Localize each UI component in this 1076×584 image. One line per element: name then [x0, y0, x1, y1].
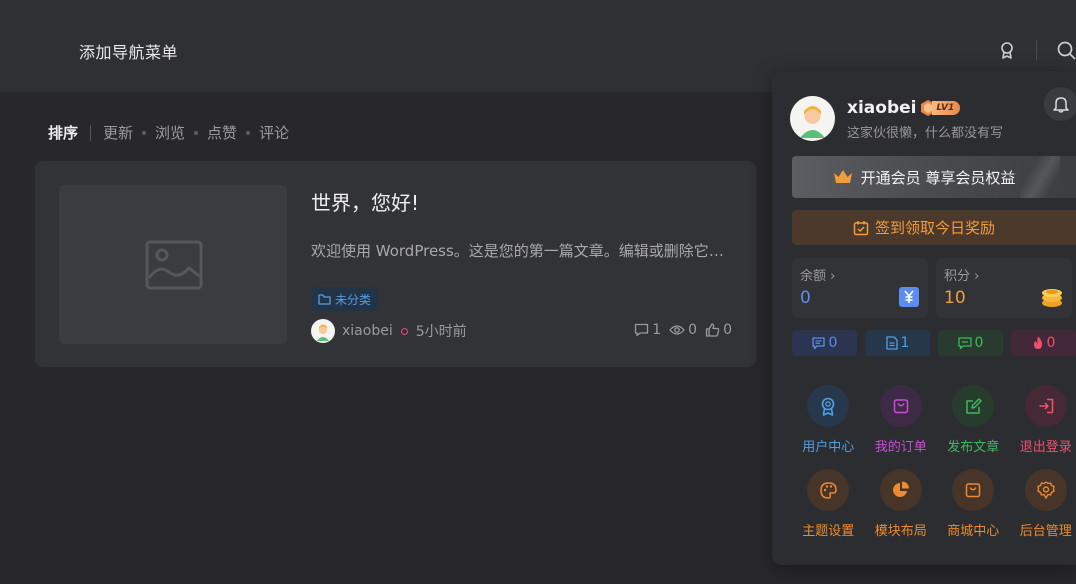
level-badge: LV1: [921, 100, 961, 116]
post-time: 5小时前: [415, 324, 467, 340]
comment-icon: [635, 323, 649, 337]
sort-dot: [194, 130, 199, 135]
vip-upgrade-button[interactable]: 开通会员 尊享会员权益: [792, 156, 1076, 198]
sort-option-likes[interactable]: 点赞: [207, 122, 237, 143]
view-count: 0: [669, 322, 697, 338]
sort-bar: 排序 更新 浏览 点赞 评论: [48, 122, 289, 143]
author-avatar[interactable]: [311, 319, 335, 343]
action-module-layout[interactable]: 模块布局: [865, 469, 938, 539]
award-icon[interactable]: [997, 40, 1017, 60]
search-icon[interactable]: [1056, 40, 1076, 60]
sort-option-views[interactable]: 浏览: [155, 122, 185, 143]
points-card[interactable]: 积分 › 10: [936, 258, 1072, 318]
action-label: 发布文章: [947, 440, 1000, 455]
action-user-center[interactable]: 用户中心: [792, 385, 865, 455]
like-count-value: 0: [723, 322, 732, 338]
signin-label: 签到领取今日奖励: [874, 219, 995, 237]
file-count-value: 1: [900, 335, 910, 351]
category-badge[interactable]: 未分类: [311, 287, 379, 311]
calendar-check-icon: [853, 220, 869, 235]
meta-dot: [400, 327, 408, 335]
crown-icon: [833, 170, 852, 183]
award-icon: [821, 397, 835, 416]
coins-icon: [1042, 289, 1062, 307]
vip-label: 开通会员 尊享会员权益: [860, 168, 1016, 187]
user-dropdown-panel: xiaobei LV1 这家伙很懒，什么都没有写 开通会员 尊享会员权益 签到领…: [772, 71, 1076, 565]
like-count[interactable]: 0: [705, 322, 732, 338]
gear-icon: [1037, 481, 1055, 499]
sort-dot: [246, 130, 251, 135]
balance-value: 0: [800, 288, 811, 308]
sort-divider: [90, 124, 92, 141]
hot-count-chip[interactable]: 0: [1011, 330, 1076, 356]
points-value: 10: [944, 288, 966, 308]
action-label: 主题设置: [802, 524, 855, 539]
action-admin[interactable]: 后台管理: [1010, 469, 1076, 539]
balance-label: 余额 ›: [800, 269, 836, 284]
logout-icon: [1039, 398, 1053, 414]
action-shop-center[interactable]: 商城中心: [937, 469, 1010, 539]
action-label: 用户中心: [802, 440, 855, 455]
action-label: 我的订单: [874, 440, 927, 455]
author-name[interactable]: xiaobei: [342, 323, 393, 339]
file-icon: [885, 336, 898, 350]
eye-icon: [669, 325, 686, 335]
post-stats: 1 0 0: [634, 322, 732, 338]
comment-icon: [957, 336, 972, 349]
posts-count-chip[interactable]: 0: [792, 330, 857, 356]
level-text: LV1: [932, 101, 961, 115]
vip-stripe-decoration: [1020, 156, 1060, 198]
file-count-chip[interactable]: 1: [865, 330, 930, 356]
header-divider: [1036, 40, 1037, 60]
user-counts-row: 0 1 0 0: [792, 330, 1076, 356]
action-label: 退出登录: [1019, 440, 1072, 455]
post-excerpt: 欢迎使用 WordPress。这是您的第一篇文章。编辑或删除它，然后开始写作吧！: [311, 242, 731, 260]
action-label: 模块布局: [874, 524, 927, 539]
action-label: 商城中心: [947, 524, 1000, 539]
comment-count: 1: [634, 322, 661, 338]
action-logout[interactable]: 退出登录: [1010, 385, 1076, 455]
palette-icon: [819, 481, 837, 499]
comments-count-chip[interactable]: 0: [938, 330, 1003, 356]
balance-card[interactable]: 余额 › 0: [792, 258, 928, 318]
signin-button[interactable]: 签到领取今日奖励: [792, 210, 1076, 245]
action-theme-settings[interactable]: 主题设置: [792, 469, 865, 539]
user-avatar[interactable]: [790, 96, 835, 141]
edit-icon: [966, 397, 982, 414]
comments-count-value: 0: [974, 335, 984, 351]
pie-icon: [892, 481, 909, 497]
sort-label: 排序: [48, 124, 79, 142]
posts-count-value: 0: [828, 335, 838, 351]
add-nav-menu-link[interactable]: 添加导航菜单: [79, 39, 178, 63]
user-name-row: xiaobei LV1: [847, 98, 961, 118]
posts-icon: [811, 336, 825, 349]
folder-icon: [318, 293, 331, 305]
post-title[interactable]: 世界，您好!: [311, 187, 419, 216]
post-card: 世界，您好! 欢迎使用 WordPress。这是您的第一篇文章。编辑或删除它，然…: [35, 161, 756, 367]
post-thumbnail[interactable]: [59, 185, 287, 344]
category-label: 未分类: [335, 292, 372, 307]
bag-icon: [893, 399, 908, 414]
sort-option-comments[interactable]: 评论: [259, 122, 289, 143]
action-my-orders[interactable]: 我的订单: [865, 385, 938, 455]
image-placeholder-icon: [145, 240, 203, 290]
view-count-value: 0: [688, 322, 698, 338]
quick-actions-grid: 用户中心 我的订单 发布文章 退出登录 主题设置 模块布局 商城中心 后台管理: [792, 385, 1076, 539]
shop-icon: [966, 483, 981, 498]
thumbs-up-icon: [705, 323, 720, 337]
action-label: 后台管理: [1019, 524, 1072, 539]
yen-card-icon: [899, 287, 919, 307]
hot-count-value: 0: [1046, 335, 1056, 351]
notification-button[interactable]: [1044, 87, 1076, 121]
bell-icon: [1053, 97, 1069, 113]
points-label: 积分 ›: [944, 269, 980, 284]
fire-icon: [1033, 336, 1042, 349]
comment-count-value: 1: [652, 322, 662, 338]
sort-dot: [142, 130, 147, 135]
action-publish-post[interactable]: 发布文章: [937, 385, 1010, 455]
sort-option-update[interactable]: 更新: [103, 122, 133, 143]
post-meta: xiaobei 5小时前: [311, 319, 467, 343]
user-name[interactable]: xiaobei: [847, 98, 916, 118]
user-signature: 这家伙很懒，什么都没有写: [847, 126, 1004, 141]
